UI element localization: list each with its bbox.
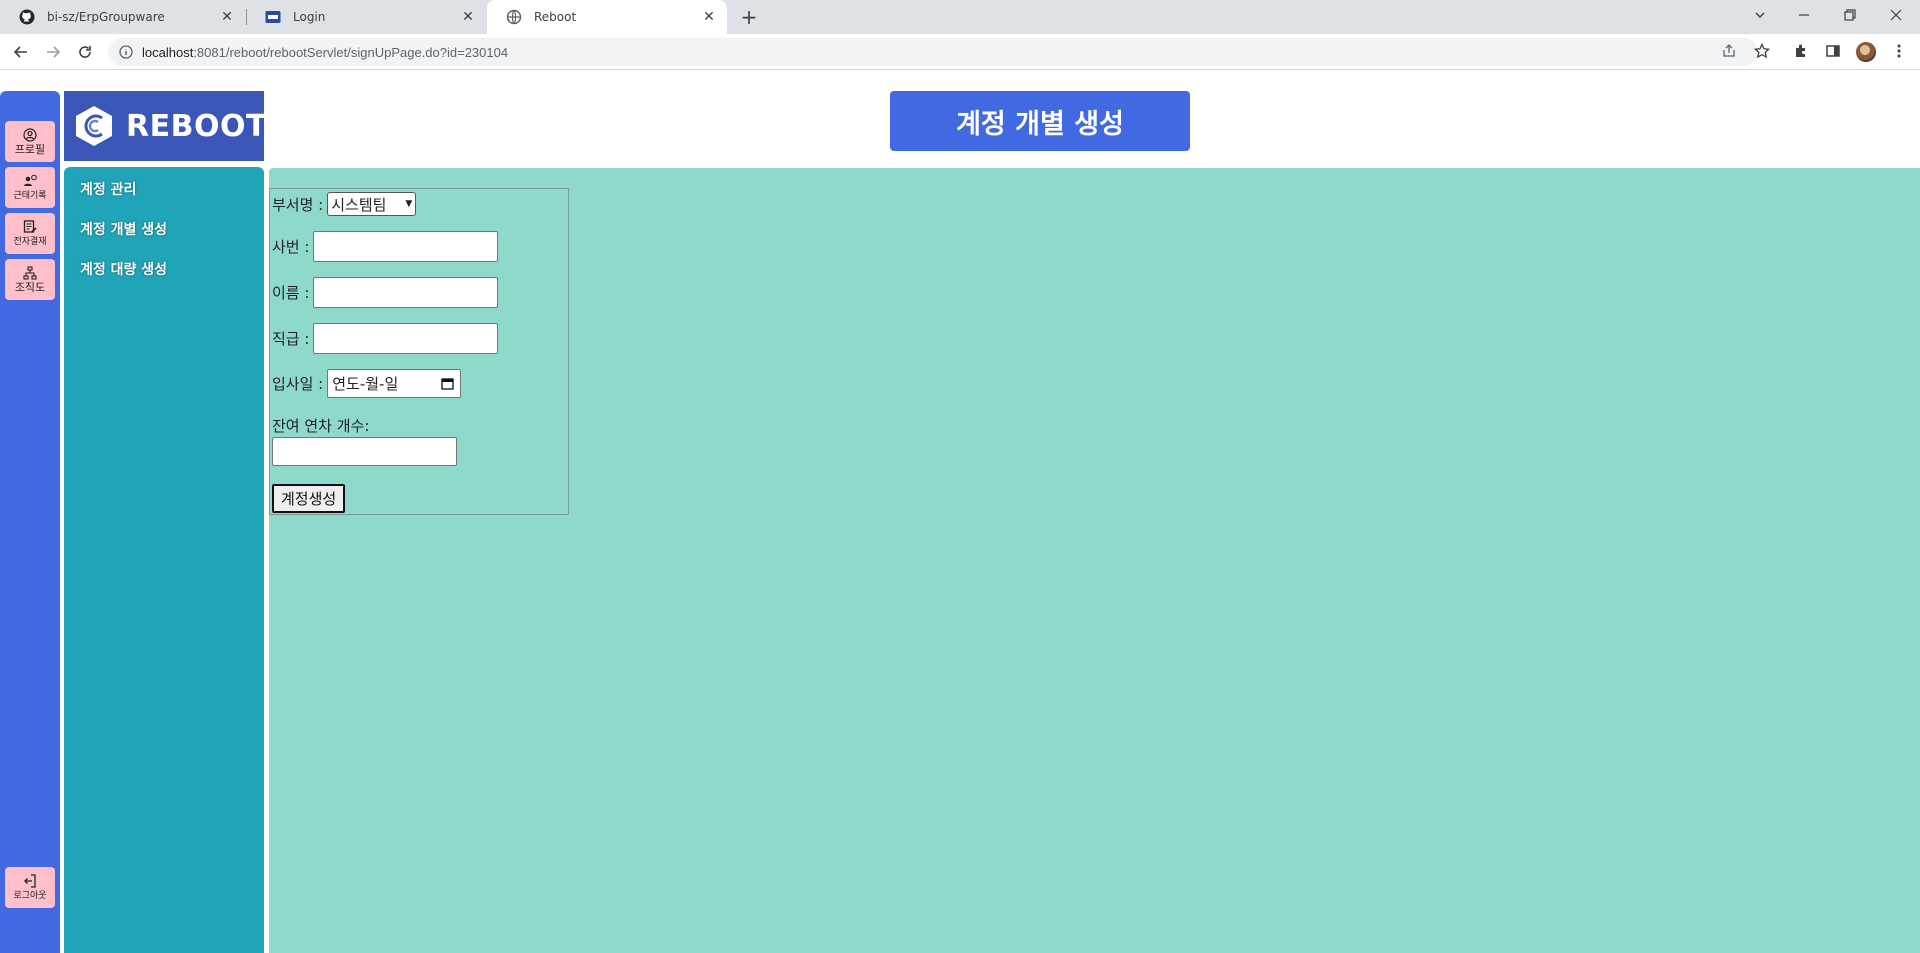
main-sidebar: 프로필 근태기록 전자결재 조직도 로그아웃: [0, 91, 60, 953]
new-tab-button[interactable]: +: [737, 5, 761, 29]
logout-icon: [23, 873, 37, 888]
submenu-item-create-bulk[interactable]: 계정 대량 생성: [80, 259, 167, 279]
tab-title: Reboot: [534, 10, 577, 24]
submenu-item-create-single[interactable]: 계정 개별 생성: [80, 219, 167, 239]
close-window-icon[interactable]: [1873, 0, 1919, 30]
dept-row: 부서명 : 시스템팀 ▼: [272, 192, 417, 216]
browser-toolbar: localhost:8081/reboot/rebootServlet/sign…: [0, 34, 1920, 70]
reboot-logo-icon: [72, 104, 116, 148]
address-bar[interactable]: localhost:8081/reboot/rebootServlet/sign…: [108, 38, 1758, 66]
close-icon[interactable]: ✕: [219, 9, 235, 25]
url-text: localhost:8081/reboot/rebootServlet/sign…: [142, 45, 508, 60]
submenu-item-account-manage[interactable]: 계정 관리: [80, 179, 136, 199]
hire-date-label: 입사일 :: [272, 375, 324, 393]
calendar-icon[interactable]: [440, 377, 454, 391]
menu-kebab-icon[interactable]: [1889, 41, 1909, 61]
signup-form: 부서명 : 시스템팀 ▼ 사번 : 이름 : 직급 : 입사일 : 연도-월-일…: [269, 188, 569, 515]
sidebar-item-approval[interactable]: 전자결재: [5, 213, 55, 254]
sidebar-item-label: 프로필: [14, 142, 46, 156]
forward-arrow-icon[interactable]: [41, 40, 65, 64]
dept-label: 부서명 :: [272, 195, 324, 214]
url-path: :8081/reboot/rebootServlet/signUpPage.do…: [193, 44, 509, 60]
minimize-icon[interactable]: [1781, 0, 1827, 30]
site-icon: [265, 9, 281, 25]
browser-tab-bar: bi-sz/ErpGroupware ✕ Login ✕ Reboot ✕ +: [0, 0, 1920, 34]
dept-select-value: 시스템팀: [331, 195, 387, 214]
chevron-down-icon: ▼: [405, 199, 413, 209]
bookmark-star-icon[interactable]: [1752, 41, 1772, 61]
url-host: localhost: [142, 44, 194, 60]
position-label: 직급 :: [272, 330, 310, 348]
emp-no-row: 사번 :: [272, 231, 499, 262]
hire-date-input[interactable]: 연도-월-일: [327, 369, 462, 398]
brand-logo[interactable]: REBOOT: [64, 91, 267, 161]
logout-button[interactable]: 로그아웃: [5, 867, 55, 908]
main-content: 부서명 : 시스템팀 ▼ 사번 : 이름 : 직급 : 입사일 : 연도-월-일…: [269, 168, 1920, 953]
user-circle-icon: [23, 127, 37, 142]
logout-label: 로그아웃: [13, 890, 47, 901]
sub-menu: 계정 관리 계정 개별 생성 계정 대량 생성: [64, 167, 264, 953]
brand-name: REBOOT: [126, 108, 267, 144]
tab-login[interactable]: Login ✕: [246, 0, 486, 34]
sidebar-item-profile[interactable]: 프로필: [5, 121, 55, 162]
sidebar-item-label: 조직도: [14, 280, 46, 294]
page: 프로필 근태기록 전자결재 조직도 로그아웃 REBOOT 계정 관리 계정 개…: [0, 71, 1920, 953]
emp-no-label: 사번 :: [272, 238, 310, 256]
close-icon[interactable]: ✕: [460, 9, 476, 25]
name-label: 이름 :: [272, 284, 310, 302]
restore-icon[interactable]: [1827, 0, 1873, 30]
tab-reboot[interactable]: Reboot ✕: [487, 0, 727, 34]
reload-icon[interactable]: [73, 40, 97, 64]
leave-row: 잔여 연차 개수:: [272, 415, 369, 436]
name-row: 이름 :: [272, 277, 499, 308]
leave-label: 잔여 연차 개수:: [272, 417, 370, 435]
document-edit-icon: [23, 219, 37, 234]
back-arrow-icon[interactable]: [9, 40, 33, 64]
hire-date-placeholder: 연도-월-일: [332, 375, 399, 393]
profile-avatar[interactable]: [1856, 42, 1876, 62]
emp-no-input[interactable]: [313, 231, 499, 262]
create-account-button[interactable]: 계정생성: [272, 484, 346, 513]
dept-select[interactable]: 시스템팀 ▼: [327, 192, 417, 216]
close-icon[interactable]: ✕: [701, 9, 717, 25]
side-panel-icon[interactable]: [1823, 41, 1843, 61]
position-input[interactable]: [313, 323, 499, 354]
page-title: 계정 개별 생성: [890, 91, 1190, 151]
sidebar-item-label: 근태기록: [13, 190, 47, 201]
tab-title: Login: [293, 10, 326, 24]
tab-github[interactable]: bi-sz/ErpGroupware ✕: [0, 0, 245, 34]
sidebar-item-label: 전자결재: [13, 236, 47, 247]
extensions-icon[interactable]: [1791, 41, 1811, 61]
hire-date-row: 입사일 : 연도-월-일: [272, 369, 462, 398]
sidebar-item-attendance[interactable]: 근태기록: [5, 167, 55, 208]
tab-title: bi-sz/ErpGroupware: [47, 10, 165, 24]
globe-icon: [506, 9, 522, 25]
name-input[interactable]: [313, 277, 499, 308]
share-icon[interactable]: [1719, 41, 1739, 61]
tab-search-icon[interactable]: [1737, 0, 1783, 30]
info-icon[interactable]: [118, 44, 134, 60]
leave-count-input[interactable]: [272, 437, 457, 466]
org-chart-icon: [23, 265, 37, 280]
github-icon: [19, 9, 35, 25]
user-clock-icon: [23, 174, 37, 188]
position-row: 직급 :: [272, 323, 499, 354]
sidebar-item-orgchart[interactable]: 조직도: [5, 259, 55, 300]
